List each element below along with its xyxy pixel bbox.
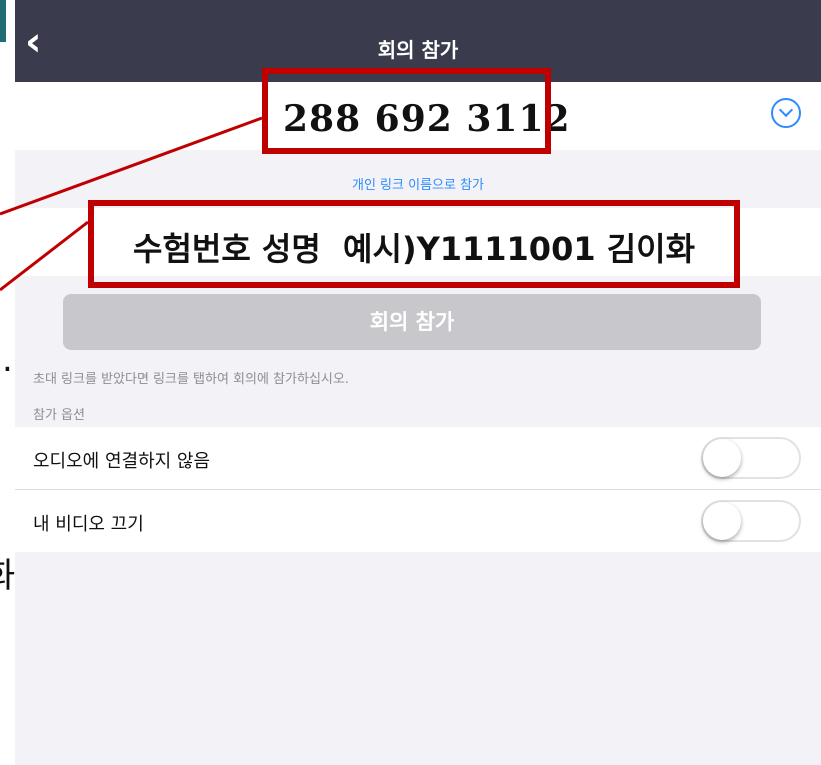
slide-accent-bar <box>0 0 6 42</box>
page-title: 회의 참가 <box>377 38 459 62</box>
annotation-box-name <box>88 200 740 288</box>
option-video-off: 내 비디오 끄기 <box>15 490 821 552</box>
no-audio-toggle[interactable] <box>701 437 801 479</box>
slide-text-fragment: 화 <box>0 548 15 597</box>
option-no-audio: 오디오에 연결하지 않음 <box>15 427 821 490</box>
background-slide-strip: . 화 <box>0 0 15 765</box>
option-label: 오디오에 연결하지 않음 <box>33 451 211 472</box>
chevron-down-icon[interactable] <box>771 98 801 128</box>
join-button[interactable]: 회의 참가 <box>63 294 761 350</box>
annotation-box-meeting-id <box>262 68 551 154</box>
slide-text-fragment: . <box>2 340 13 380</box>
join-options-header: 참가 옵션 <box>33 408 85 423</box>
toggle-knob <box>703 502 741 540</box>
video-off-toggle[interactable] <box>701 500 801 542</box>
personal-link-join[interactable]: 개인 링크 이름으로 참가 <box>15 174 821 193</box>
toggle-knob <box>703 439 741 477</box>
invite-note: 초대 링크를 받았다면 링크를 탭하여 회의에 참가하십시오. <box>33 372 349 387</box>
option-label: 내 비디오 끄기 <box>33 514 144 535</box>
